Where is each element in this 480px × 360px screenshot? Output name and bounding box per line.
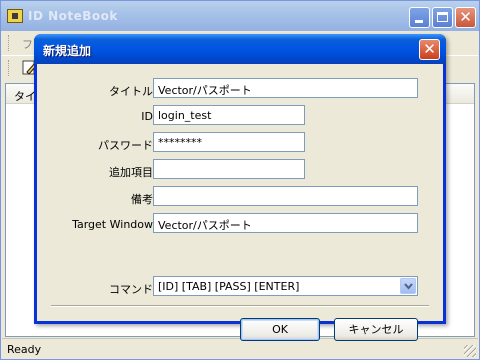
status-bar: Ready [2, 338, 478, 359]
status-text: Ready [7, 343, 42, 356]
id-label: ID [141, 110, 153, 123]
command-selected-value: [ID] [TAB] [PASS] [ENTER] [158, 280, 300, 293]
notebook-app-icon [7, 9, 23, 23]
note-label: 備考 [131, 193, 153, 206]
main-title-bar[interactable]: ID NoteBook ✕ [1, 1, 479, 31]
main-close-button[interactable]: ✕ [455, 7, 476, 28]
minimize-button[interactable] [409, 7, 430, 28]
note-input[interactable] [153, 186, 418, 206]
title-label: タイトル [109, 85, 153, 98]
title-input[interactable]: Vector/パスポート [153, 78, 418, 98]
ok-button[interactable]: OK [240, 318, 320, 341]
dialog-body: タイトル Vector/パスポート ID login_test パスワード **… [37, 64, 443, 341]
id-input[interactable]: login_test [153, 105, 305, 125]
command-select[interactable]: [ID] [TAB] [PASS] [ENTER] [153, 276, 418, 296]
password-label: パスワード [98, 139, 153, 152]
minimize-icon [415, 20, 423, 23]
extra-label: 追加項目 [109, 166, 153, 179]
add-entry-dialog: 新規追加 ✕ タイトル Vector/パスポート ID login_test パ… [34, 34, 446, 341]
close-icon: ✕ [423, 40, 436, 58]
dialog-close-button[interactable]: ✕ [419, 39, 440, 60]
resize-grip[interactable] [464, 345, 476, 357]
command-label: コマンド [109, 283, 153, 296]
target-window-input[interactable]: Vector/パスポート [153, 213, 418, 233]
maximize-button[interactable] [432, 7, 453, 28]
password-input[interactable]: ******** [153, 132, 305, 152]
divider [51, 305, 429, 307]
target-window-label: Target Window [72, 218, 153, 231]
dialog-title: 新規追加 [43, 44, 92, 58]
extra-input[interactable] [153, 159, 305, 179]
dialog-title-bar[interactable]: 新規追加 ✕ [34, 34, 446, 64]
main-window-title: ID NoteBook [28, 9, 118, 23]
maximize-icon [437, 12, 448, 22]
menu-grip [8, 35, 11, 51]
cancel-button[interactable]: キャンセル [334, 318, 418, 341]
chevron-down-icon[interactable] [400, 278, 416, 294]
toolbar-grip [8, 60, 11, 76]
close-icon: ✕ [459, 8, 472, 26]
